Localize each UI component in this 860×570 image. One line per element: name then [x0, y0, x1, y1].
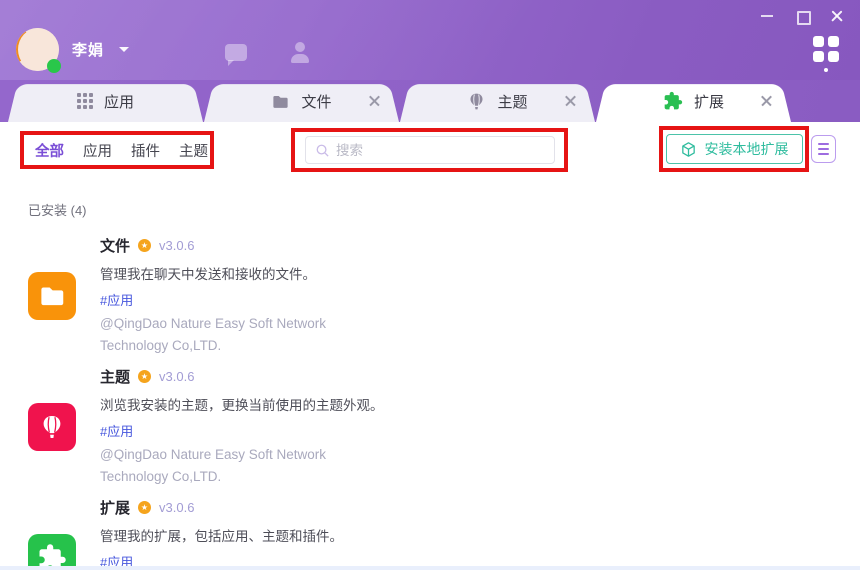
chat-bubble-icon[interactable]	[225, 44, 247, 61]
apps-grid-icon[interactable]	[813, 36, 839, 62]
user-name: 李娟	[72, 39, 104, 60]
verified-badge-icon: ★	[138, 239, 151, 252]
install-button-label: 安装本地扩展	[705, 139, 789, 159]
window-controls	[760, 9, 844, 23]
window-bottom-edge	[0, 566, 860, 570]
contacts-icon[interactable]	[289, 42, 311, 63]
filter-all[interactable]: 全部	[35, 140, 64, 161]
extension-description: 管理我的扩展，包括应用、主题和插件。	[100, 525, 380, 545]
install-local-extension-button[interactable]: 安装本地扩展	[666, 134, 803, 164]
puzzle-icon	[663, 91, 683, 111]
tab-close-icon[interactable]	[564, 94, 577, 107]
avatar[interactable]	[16, 28, 59, 71]
verified-badge-icon: ★	[138, 370, 151, 383]
tab-label: 应用	[104, 91, 134, 112]
extension-item-extensions[interactable]: 扩展 ★ v3.0.6 管理我的扩展，包括应用、主题和插件。 #应用 @Qing…	[28, 497, 832, 570]
extensions-list-panel: 已安装 (4) 文件 ★ v3.0.6 管理我在聊天中发送和接收的文件。 #应用	[0, 180, 860, 570]
filter-annotation-box: 全部 应用 插件 主题	[20, 131, 214, 169]
filter-apps[interactable]: 应用	[83, 140, 112, 161]
filter-themes[interactable]: 主题	[179, 140, 208, 161]
apps-grid-indicator-dot	[824, 68, 828, 72]
extension-name: 文件	[100, 235, 130, 256]
verified-badge-icon: ★	[138, 501, 151, 514]
tab-label: 扩展	[694, 91, 724, 112]
balloon-icon	[28, 403, 76, 451]
titlebar: 李娟	[0, 0, 860, 80]
maximize-icon[interactable]	[795, 9, 809, 23]
online-status-dot	[47, 59, 61, 73]
filter-plugins[interactable]: 插件	[131, 140, 160, 161]
tab-close-icon[interactable]	[760, 94, 773, 107]
extension-name: 主题	[100, 366, 130, 387]
puzzle-icon	[28, 534, 76, 570]
tab-files[interactable]: 文件	[204, 80, 399, 122]
package-icon	[680, 141, 697, 158]
extension-description: 管理我在聊天中发送和接收的文件。	[100, 263, 380, 283]
extension-item-theme[interactable]: 主题 ★ v3.0.6 浏览我安装的主题，更换当前使用的主题外观。 #应用 @Q…	[28, 366, 832, 487]
extension-tag-link[interactable]: #应用	[100, 421, 384, 440]
search-input[interactable]	[336, 137, 551, 163]
folder-icon	[271, 92, 290, 111]
extensions-list: 文件 ★ v3.0.6 管理我在聊天中发送和接收的文件。 #应用 @QingDa…	[28, 235, 832, 570]
extension-version: v3.0.6	[159, 369, 194, 384]
extension-author: @QingDao Nature Easy Soft Network Techno…	[100, 444, 380, 487]
tab-label: 主题	[497, 91, 527, 112]
extension-name: 扩展	[100, 497, 130, 518]
tab-theme[interactable]: 主题	[400, 80, 595, 122]
extension-version: v3.0.6	[159, 500, 194, 515]
search-icon	[315, 143, 330, 158]
extension-version: v3.0.6	[159, 238, 194, 253]
folder-icon	[28, 272, 76, 320]
install-annotation-box: 安装本地扩展	[659, 126, 809, 172]
tab-extensions[interactable]: 扩展	[596, 80, 791, 122]
tab-apps[interactable]: 应用	[8, 80, 203, 122]
hamburger-icon[interactable]	[811, 135, 836, 163]
app-window: 李娟 应用 文件	[0, 0, 860, 570]
user-info[interactable]: 李娟	[16, 28, 129, 71]
minimize-icon[interactable]	[760, 9, 774, 23]
close-icon[interactable]	[830, 9, 844, 23]
extension-author: @QingDao Nature Easy Soft Network Techno…	[100, 313, 380, 356]
installed-section-title: 已安装 (4)	[28, 200, 832, 219]
tab-bar: 应用 文件 主题	[0, 80, 860, 122]
balloon-icon	[467, 92, 486, 111]
extension-item-files[interactable]: 文件 ★ v3.0.6 管理我在聊天中发送和接收的文件。 #应用 @QingDa…	[28, 235, 832, 356]
extension-description: 浏览我安装的主题，更换当前使用的主题外观。	[100, 394, 384, 414]
tab-close-icon[interactable]	[368, 94, 381, 107]
grid-dots-icon	[77, 93, 93, 109]
search-annotation-box	[291, 128, 568, 172]
extension-tag-link[interactable]: #应用	[100, 290, 380, 309]
search-box[interactable]	[305, 136, 555, 164]
chevron-down-icon[interactable]	[119, 47, 129, 52]
extensions-toolbar: 全部 应用 插件 主题 安装本地扩展	[0, 122, 860, 180]
tab-label: 文件	[301, 91, 331, 112]
